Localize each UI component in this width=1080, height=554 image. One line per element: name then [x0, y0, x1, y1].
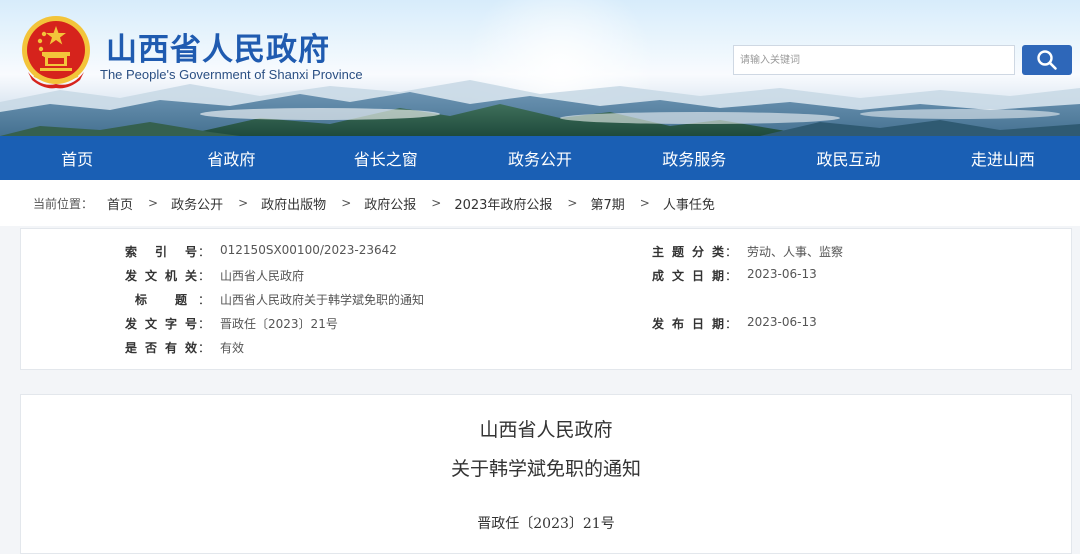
breadcrumb-separator: >: [639, 196, 650, 210]
info-row-index: 索引号 ： 012150SX00100/2023-23642: [125, 243, 397, 259]
info-value-index: 012150SX00100/2023-23642: [220, 243, 397, 257]
info-label-created-date: 成文日期: [652, 269, 724, 283]
info-label-topic: 主题分类: [652, 245, 724, 259]
breadcrumb-item-publications[interactable]: 政府出版物: [261, 194, 326, 213]
nav-item-government-affairs[interactable]: 政务公开: [463, 136, 617, 180]
breadcrumb-separator: >: [341, 196, 352, 210]
site-title: 山西省人民政府: [106, 32, 330, 68]
main-nav: 首页 省政府 省长之窗 政务公开 政务服务 政民互动 走进山西: [0, 136, 1080, 180]
info-row-issuer: 发文机关 ： 山西省人民政府: [125, 269, 305, 283]
info-label-published-date: 发布日期: [652, 317, 724, 331]
nav-item-provincial-government[interactable]: 省政府: [154, 136, 308, 180]
nav-item-government-services[interactable]: 政务服务: [617, 136, 771, 180]
info-row-topic: 主题分类 ： 劳动、人事、监察: [652, 245, 844, 259]
document-body: 山西省人民政府 关于韩学斌免职的通知 晋政任〔2023〕21号: [20, 394, 1072, 554]
nav-item-governor-window[interactable]: 省长之窗: [309, 136, 463, 180]
info-value-topic: 劳动、人事、监察: [747, 245, 844, 259]
info-label-index: 索引号: [125, 245, 197, 259]
info-value-created-date: 2023-06-13: [747, 267, 817, 281]
info-label-docno: 发文字号: [125, 317, 197, 331]
info-value-issuer: 山西省人民政府: [220, 269, 305, 283]
breadcrumb-lead: 当前位置：: [33, 196, 94, 211]
breadcrumb-item-home[interactable]: 首页: [107, 194, 133, 213]
breadcrumb-item-issue-7[interactable]: 第7期: [590, 194, 624, 213]
info-value-docno: 晋政任〔2023〕21号: [220, 317, 338, 331]
info-row-published-date: 发布日期 ： 2023-06-13: [652, 315, 817, 331]
info-row-validity: 是否有效 ： 有效: [125, 341, 245, 355]
breadcrumb: 当前位置： 首页 > 政务公开 > 政府出版物 > 政府公报 > 2023年政府…: [0, 180, 1080, 226]
info-value-validity: 有效: [220, 341, 245, 355]
breadcrumb-item-gazette[interactable]: 政府公报: [364, 194, 416, 213]
national-emblem-icon: [20, 14, 92, 90]
document-info-panel: 索引号 ： 012150SX00100/2023-23642 发文机关 ： 山西…: [20, 228, 1072, 370]
search-icon: [1037, 50, 1057, 70]
breadcrumb-item-gazette-2023[interactable]: 2023年政府公报: [454, 194, 552, 213]
site-subtitle: The People's Government of Shanxi Provin…: [100, 67, 363, 82]
breadcrumb-separator: >: [238, 196, 249, 210]
breadcrumb-item-appointments[interactable]: 人事任免: [663, 194, 715, 213]
breadcrumb-separator: >: [567, 196, 578, 210]
info-row-docno: 发文字号 ： 晋政任〔2023〕21号: [125, 317, 338, 331]
info-label-validity: 是否有效: [125, 341, 197, 355]
document-title-line1: 山西省人民政府: [479, 419, 613, 441]
info-value-title: 山西省人民政府关于韩学斌免职的通知: [220, 293, 425, 307]
info-label-title: 标题: [135, 293, 187, 307]
info-value-published-date: 2023-06-13: [747, 315, 817, 329]
breadcrumb-separator: >: [431, 196, 442, 210]
header-banner: 山西省人民政府 The People's Government of Shanx…: [0, 0, 1080, 136]
info-label-issuer: 发文机关: [125, 269, 197, 283]
document-number: 晋政任〔2023〕21号: [477, 516, 615, 532]
breadcrumb-item-government-affairs[interactable]: 政务公开: [171, 194, 223, 213]
info-row-created-date: 成文日期 ： 2023-06-13: [652, 267, 817, 283]
search-button[interactable]: [1022, 45, 1072, 75]
info-row-title: 标题 ： 山西省人民政府关于韩学斌免职的通知: [125, 291, 424, 308]
nav-item-about-shanxi[interactable]: 走进山西: [926, 136, 1080, 180]
search-input[interactable]: [733, 45, 1015, 75]
breadcrumb-separator: >: [148, 196, 159, 210]
nav-item-public-interaction[interactable]: 政民互动: [771, 136, 925, 180]
nav-item-home[interactable]: 首页: [0, 136, 154, 180]
document-title-line2: 关于韩学斌免职的通知: [450, 458, 641, 480]
